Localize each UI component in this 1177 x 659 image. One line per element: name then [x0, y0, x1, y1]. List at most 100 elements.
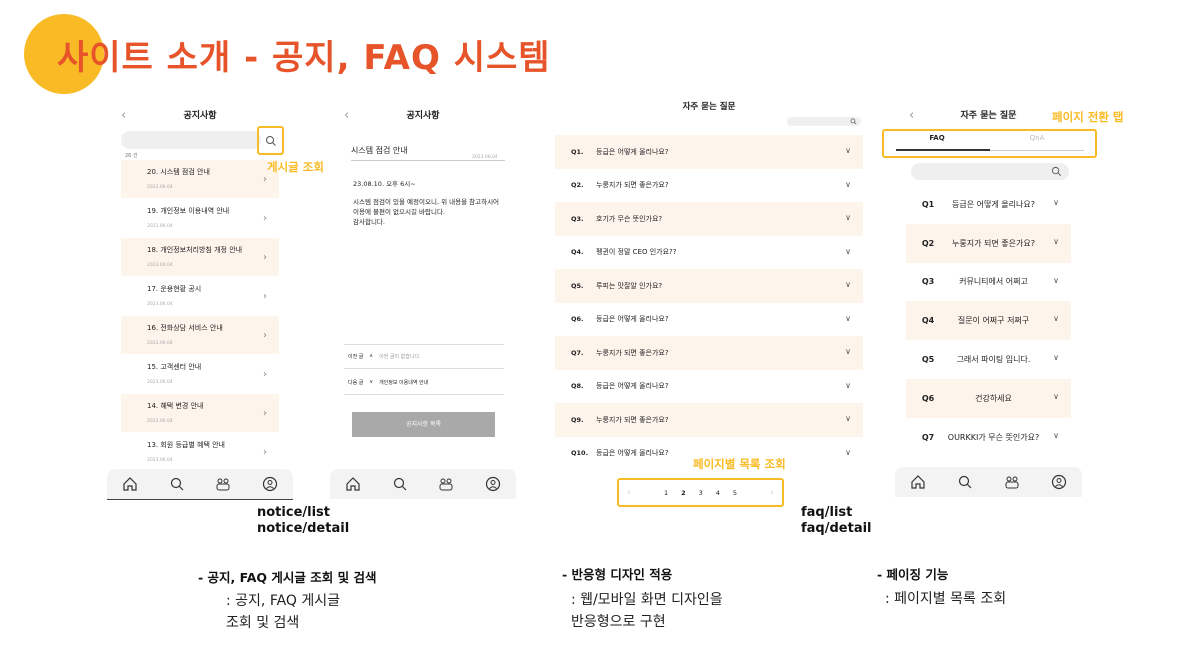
- tabs-highlight-box: FAQ QnA: [882, 129, 1097, 158]
- faq-list-item[interactable]: Q5. 루피는 맛잘알 인가요? ∨: [555, 269, 863, 303]
- faq-list-item[interactable]: Q4. 펭귄이 정말 CEO 인가요?? ∨: [555, 236, 863, 270]
- home-icon[interactable]: [345, 476, 361, 492]
- detail-body: 시스템 점검이 있을 예정이오니, 위 내용을 참고하시어 이용에 불편이 없으…: [353, 198, 500, 226]
- faq-mobile-item[interactable]: Q7 OURKKI가 무슨 뜻인가요? ∨: [906, 418, 1071, 457]
- search-icon[interactable]: [850, 118, 857, 125]
- notice-item-label: 13. 회원 등급별 혜택 안내: [147, 441, 225, 449]
- notice-list-item[interactable]: 17. 운용현황 공시 2023.06.04 ›: [121, 277, 279, 316]
- page-number[interactable]: 5: [733, 489, 737, 497]
- home-icon[interactable]: [910, 474, 926, 490]
- chevron-down-icon: ∨: [845, 313, 851, 323]
- profile-icon[interactable]: [485, 476, 501, 492]
- notice-item-label: 16. 전화상담 서비스 안내: [147, 324, 223, 332]
- notice-list-item[interactable]: 13. 회원 등급별 혜택 안내 2023.06.04 ›: [121, 433, 279, 472]
- profile-icon[interactable]: [262, 476, 278, 492]
- page-number[interactable]: 2: [681, 489, 686, 497]
- notice-list-item[interactable]: 16. 전화상담 서비스 안내 2023.06.04 ›: [121, 316, 279, 355]
- chevron-right-icon: ›: [263, 291, 267, 302]
- page-number[interactable]: 4: [716, 489, 720, 497]
- detail-date: 2023.06.04: [472, 155, 498, 160]
- faq-list-item[interactable]: Q9. 누룽지가 되면 좋은가요? ∨: [555, 403, 863, 437]
- page-number[interactable]: 3: [699, 489, 703, 497]
- home-icon[interactable]: [122, 476, 138, 492]
- faq-list-item[interactable]: Q8. 등급은 어떻게 올리나요? ∨: [555, 370, 863, 404]
- back-arrow-icon[interactable]: ‹: [121, 100, 126, 132]
- faq-mobile-item[interactable]: Q2 누룽지가 되면 좋은가요? ∨: [906, 223, 1071, 263]
- notice-item-date: 2023.06.04: [147, 419, 173, 424]
- bottom-nav: [107, 469, 293, 499]
- faq-item-number: Q7: [921, 432, 935, 442]
- search-icon[interactable]: [265, 135, 277, 147]
- community-icon[interactable]: [1004, 474, 1020, 490]
- faq-list-title: 자주 묻는 질문: [682, 102, 736, 112]
- detail-time: 23.08.10. 오후 6시~: [353, 180, 416, 188]
- chevron-down-icon: ∨: [845, 380, 851, 390]
- search-icon[interactable]: [392, 476, 408, 492]
- notice-list-button[interactable]: 공지사항 목록: [352, 412, 495, 437]
- notice-item-date: 2023.06.04: [147, 185, 173, 190]
- community-icon[interactable]: [438, 476, 454, 492]
- faq-mobile-search-input[interactable]: [911, 163, 1069, 180]
- search-input[interactable]: [121, 131, 261, 149]
- tab-qna[interactable]: QnA: [990, 134, 1084, 142]
- tab-faq[interactable]: FAQ: [884, 134, 990, 142]
- faq-item-number: Q9.: [571, 415, 584, 424]
- next-post[interactable]: 다음 글 ∨ 개인정보 이용내역 안내: [348, 379, 428, 386]
- prev-post[interactable]: 이전 글 ∧ 이전 글이 없습니다.: [348, 353, 421, 360]
- back-arrow-icon[interactable]: ‹: [909, 100, 914, 132]
- next-page-icon[interactable]: ›: [770, 488, 774, 498]
- faq-list-item[interactable]: Q6. 등급은 어떻게 올리나요? ∨: [555, 303, 863, 337]
- faq-item-number: Q3.: [571, 214, 584, 223]
- notice-item-date: 2023.06.04: [147, 380, 173, 385]
- faq-list-item[interactable]: Q1. 등급은 어떻게 올리나요? ∨: [555, 135, 863, 169]
- faq-mobile-item[interactable]: Q4 질문이 어쩌구 저쩌구 ∨: [906, 301, 1071, 341]
- community-icon[interactable]: [215, 476, 231, 492]
- search-icon[interactable]: [957, 474, 973, 490]
- faq-item-question: 펭귄이 정말 CEO 인가요??: [596, 248, 677, 257]
- faq-list-item[interactable]: Q3. 호기가 무슨 뜻인가요? ∨: [555, 202, 863, 236]
- annotation-paging: 페이지별 목록 조회: [693, 457, 786, 471]
- notice-list-item[interactable]: 20. 시스템 점검 안내 2023.06.04 ›: [121, 160, 279, 199]
- back-arrow-icon[interactable]: ‹: [344, 100, 349, 132]
- annotation-tabs: 페이지 전환 탭: [1052, 110, 1124, 124]
- search-icon[interactable]: [1051, 166, 1062, 177]
- chevron-down-icon: ∨: [845, 246, 851, 256]
- search-icon[interactable]: [169, 476, 185, 492]
- notice-list-item[interactable]: 18. 개인정보처리방침 개정 안내 2023.06.04 ›: [121, 238, 279, 277]
- notice-item-date: 2023.06.04: [147, 341, 173, 346]
- faq-list-item[interactable]: Q2. 누룽지가 되면 좋은가요? ∨: [555, 169, 863, 203]
- notice-list-item[interactable]: 15. 고객센터 안내 2023.06.04 ›: [121, 355, 279, 394]
- faq-mobile-list: Q1 등급은 어떻게 올리나요? ∨ Q2 누룽지가 되면 좋은가요? ∨ Q3 커뮤니티에서…: [906, 185, 1071, 457]
- notice-list-item[interactable]: 14. 혜택 변경 안내 2023.06.04 ›: [121, 394, 279, 433]
- route-notice-detail: notice/detail: [257, 521, 350, 536]
- chevron-down-icon: ∨: [1053, 198, 1059, 207]
- chevron-down-icon: ∨: [1053, 236, 1059, 246]
- profile-icon[interactable]: [1051, 474, 1067, 490]
- chevron-down-icon: ∨: [1053, 391, 1059, 401]
- faq-mobile-item[interactable]: Q1 등급은 어떻게 올리나요? ∨: [906, 185, 1071, 224]
- divider: [351, 160, 505, 161]
- faq-item-question: 등급은 어떻게 올리나요?: [596, 382, 669, 391]
- section-body-search: : 공지, FAQ 게시글 조회 및 검색: [226, 590, 340, 634]
- chevron-down-icon: ∨: [845, 280, 851, 289]
- notice-list-item[interactable]: 19. 개인정보 이용내역 안내 2023.06.04 ›: [121, 199, 279, 238]
- faq-mobile-item[interactable]: Q3 커뮤니티에서 어쩌고 ∨: [906, 263, 1071, 302]
- tab-underline: [990, 150, 1084, 151]
- chevron-down-icon: ∨: [1053, 314, 1059, 324]
- chevron-right-icon: ›: [263, 369, 267, 380]
- faq-item-question: 누룽지가 되면 좋은가요?: [596, 348, 669, 357]
- chevron-right-icon: ›: [263, 330, 267, 341]
- search-highlight-box: [257, 126, 284, 155]
- faq-item-question: 등급은 어떻게 올리나요?: [596, 147, 669, 156]
- page-number[interactable]: 1: [664, 489, 668, 497]
- notice-item-label: 20. 시스템 점검 안내: [147, 168, 210, 176]
- faq-item-number: Q7.: [571, 348, 584, 357]
- notice-list-screen: ‹ 공지사항 26 건 20. 시스템 점검 안내 2023.06.04 › 19. …: [107, 100, 293, 500]
- faq-list-item[interactable]: Q7. 누룽지가 되면 좋은가요? ∨: [555, 336, 863, 370]
- divider: [344, 368, 504, 369]
- prev-page-icon[interactable]: ‹: [627, 488, 631, 498]
- chevron-down-icon: ∨: [845, 179, 851, 189]
- faq-item-question: 누룽지가 되면 좋은가요?: [596, 415, 669, 424]
- faq-mobile-item[interactable]: Q5 그래서 파이팅 입니다. ∨: [906, 340, 1071, 379]
- faq-mobile-item[interactable]: Q6 건강하세요 ∨: [906, 378, 1071, 418]
